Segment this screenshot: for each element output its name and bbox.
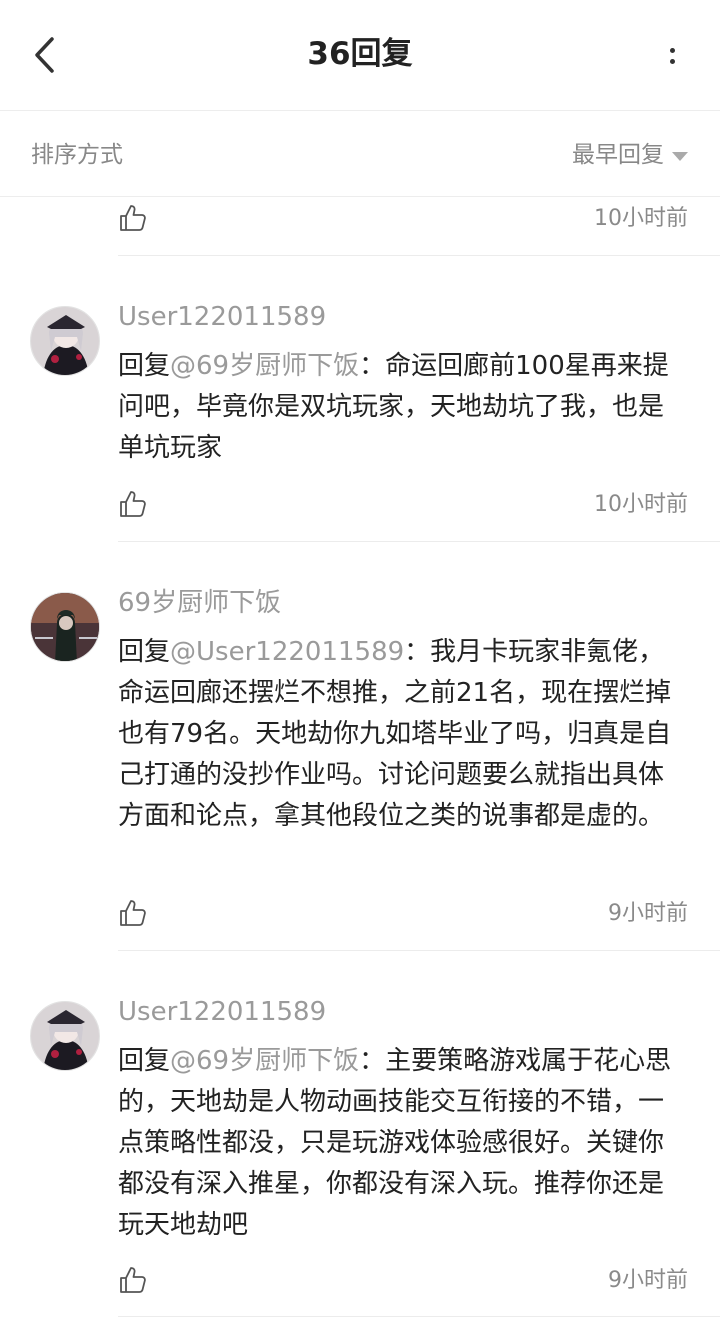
avatar[interactable] <box>30 592 100 662</box>
comment-time: 10小时前 <box>594 492 688 517</box>
reply-feed[interactable]: 10小时前 User122011589 回复@69岁厨师下饭：命运回廊前100星… <box>0 197 720 1319</box>
username[interactable]: 69岁厨师下饭 <box>118 585 281 621</box>
divider <box>118 950 720 951</box>
like-button[interactable] <box>118 898 148 928</box>
sort-dropdown[interactable]: 最早回复 <box>572 139 688 171</box>
mention-link[interactable]: @69岁厨师下饭 <box>170 1046 359 1076</box>
reply-prefix: 回复 <box>118 637 171 667</box>
comment-time: 10小时前 <box>594 206 688 231</box>
avatar-image <box>31 593 99 661</box>
username[interactable]: User122011589 <box>118 994 326 1030</box>
reply-separator: ： <box>359 1046 386 1076</box>
comment-text: 回复@User122011589：我月卡玩家非氪佬，命运回廊还摆烂不想推，之前2… <box>118 632 688 837</box>
like-button[interactable] <box>118 1265 148 1295</box>
reply-separator: ： <box>359 351 386 381</box>
like-button[interactable] <box>118 203 148 233</box>
avatar-image <box>31 307 99 375</box>
mention-link[interactable]: @User122011589 <box>170 637 404 667</box>
thumbs-up-icon <box>120 491 146 517</box>
comment-text: 回复@69岁厨师下饭：命运回廊前100星再来提问吧，毕竟你是双坑玩家，天地劫坑了… <box>118 346 688 469</box>
more-dot-icon <box>669 59 675 64</box>
username[interactable]: User122011589 <box>118 299 326 335</box>
reply-prefix: 回复 <box>118 351 171 381</box>
divider <box>118 541 720 542</box>
mention-link[interactable]: @69岁厨师下饭 <box>170 351 359 381</box>
previous-comment-actions: 10小时前 <box>0 197 720 255</box>
sort-selected-value: 最早回复 <box>572 142 664 168</box>
top-bar: 36回复 <box>0 0 720 111</box>
thumbs-up-icon <box>120 205 146 231</box>
divider <box>118 255 720 256</box>
divider <box>118 1316 720 1317</box>
comment-time: 9小时前 <box>608 901 688 926</box>
more-dot-icon <box>669 48 675 53</box>
sort-label: 排序方式 <box>31 142 123 168</box>
avatar[interactable] <box>30 1001 100 1071</box>
avatar-image <box>31 1002 99 1070</box>
sort-bar: 排序方式 最早回复 <box>0 111 720 197</box>
page-title: 36回复 <box>307 36 413 72</box>
like-button[interactable] <box>118 489 148 519</box>
reply-prefix: 回复 <box>118 1046 171 1076</box>
comment-text: 回复@69岁厨师下饭：主要策略游戏属于花心思的，天地劫是人物动画技能交互衔接的不… <box>118 1041 688 1246</box>
comment-time: 9小时前 <box>608 1268 688 1293</box>
thumbs-up-icon <box>120 1267 146 1293</box>
thumbs-up-icon <box>120 900 146 926</box>
caret-down-icon <box>672 151 688 161</box>
more-options-button[interactable] <box>662 36 682 76</box>
reply-separator: ： <box>404 637 431 667</box>
avatar[interactable] <box>30 306 100 376</box>
